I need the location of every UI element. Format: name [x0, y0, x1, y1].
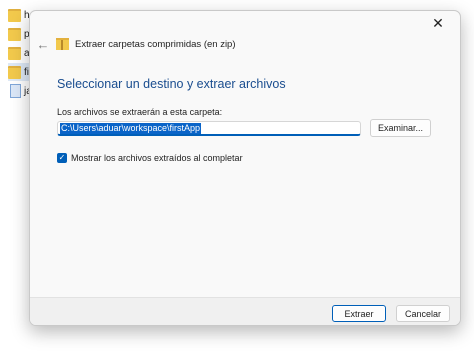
cancel-button[interactable]: Cancelar: [396, 305, 450, 322]
folder-icon: [8, 8, 21, 22]
folder-icon: [8, 46, 21, 60]
back-arrow-icon: ←: [36, 36, 50, 52]
dialog-title: Extraer carpetas comprimidas (en zip): [75, 38, 236, 50]
destination-label: Los archivos se extraerán a esta carpeta…: [57, 107, 223, 117]
back-button[interactable]: ←: [34, 35, 52, 53]
folder-icon: [8, 27, 21, 41]
close-button[interactable]: ✕: [424, 13, 452, 33]
show-files-label: Mostrar los archivos extraídos al comple…: [71, 153, 243, 163]
folder-icon: [8, 65, 21, 79]
extract-dialog: ✕ ← Extraer carpetas comprimidas (en zip…: [29, 10, 461, 326]
file-icon: [10, 84, 21, 98]
dialog-heading: Seleccionar un destino y extraer archivo…: [57, 77, 286, 91]
destination-path-value: C:\Users\aduar\workspace\firstApp: [60, 122, 202, 134]
dialog-nav-row: ← Extraer carpetas comprimidas (en zip): [30, 33, 460, 55]
close-icon: ✕: [432, 14, 444, 31]
extract-button[interactable]: Extraer: [332, 305, 386, 322]
show-files-option[interactable]: ✓ Mostrar los archivos extraídos al comp…: [57, 153, 243, 163]
zip-folder-icon: [56, 38, 69, 50]
desktop: h p a fir ja ✕ ← Extraer carpetas compri…: [0, 0, 474, 354]
destination-path-input[interactable]: C:\Users\aduar\workspace\firstApp: [57, 121, 361, 136]
show-files-checkbox[interactable]: ✓: [57, 153, 67, 163]
dialog-footer: Extraer Cancelar: [30, 297, 460, 325]
browse-button[interactable]: Examinar...: [370, 119, 431, 137]
checkmark-icon: ✓: [58, 153, 66, 162]
